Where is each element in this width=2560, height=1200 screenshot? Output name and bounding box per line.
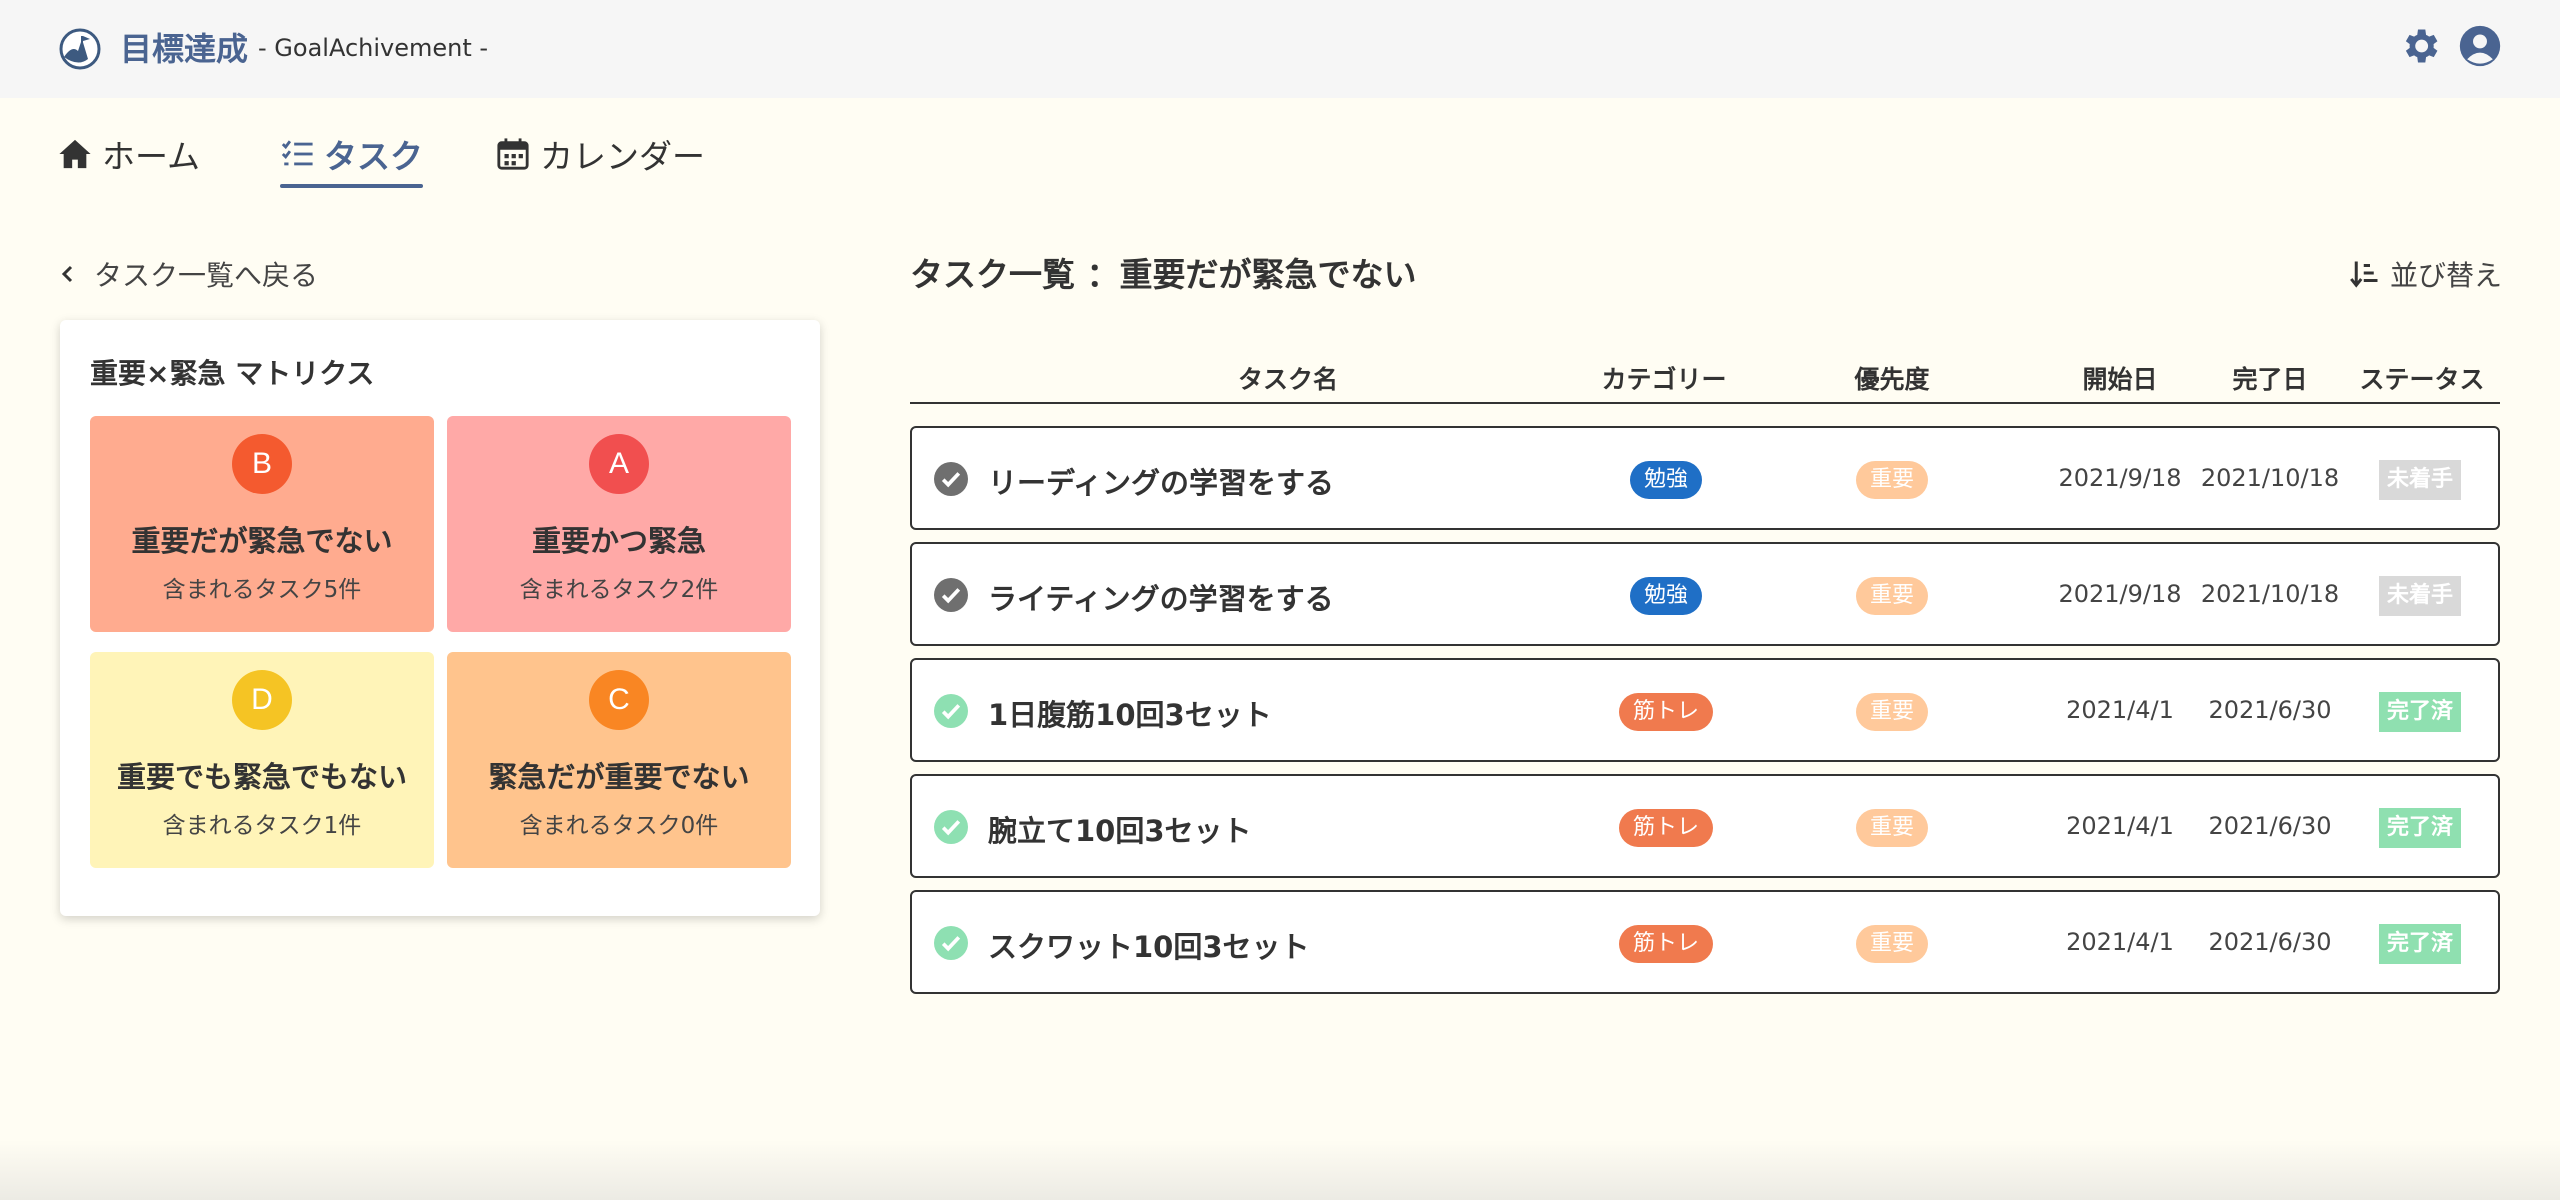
task-row[interactable]: ライティングの学習をする 勉強 重要 2021/9/18 2021/10/18 未着手 — [910, 542, 2500, 646]
calendar-icon — [497, 138, 529, 170]
quadrant-c[interactable]: C 緊急だが重要でない 含まれるタスク0件 — [447, 652, 791, 868]
column-header-task-name[interactable]: タスク名 — [1238, 360, 1338, 396]
column-header-status[interactable]: ステータス — [2359, 360, 2484, 396]
start-date: 2021/9/18 — [2058, 464, 2182, 492]
task-row[interactable]: リーディングの学習をする 勉強 重要 2021/9/18 2021/10/18 未着手 — [910, 426, 2500, 530]
table-header: タスク名 カテゴリー 優先度 開始日 完了日 ステータス — [910, 356, 2500, 404]
quadrant-d[interactable]: D 重要でも緊急でもない 含まれるタスク1件 — [90, 652, 434, 868]
column-header-priority[interactable]: 優先度 — [1854, 360, 1929, 396]
end-date: 2021/10/18 — [2200, 580, 2340, 608]
status-badge: 完了済 — [2378, 808, 2462, 848]
matrix-title: 重要×緊急 マトリクス — [90, 357, 375, 390]
end-date: 2021/6/30 — [2208, 812, 2332, 840]
quadrant-badge: C — [589, 670, 649, 730]
tab-calendar-label: カレンダー — [540, 137, 705, 176]
quadrant-name: 重要でも緊急でもない — [116, 760, 407, 794]
priority-matrix-card: 重要×緊急 マトリクス B 重要だが緊急でない 含まれるタスク5件 A 重要かつ… — [60, 320, 820, 916]
check-circle-icon — [934, 810, 968, 844]
task-row[interactable]: 腕立て10回3セット 筋トレ 重要 2021/4/1 2021/6/30 完了済 — [910, 774, 2500, 878]
task-name: リーディングの学習をする — [988, 466, 1334, 500]
end-date: 2021/10/18 — [2200, 464, 2340, 492]
quadrant-name: 重要かつ緊急 — [531, 524, 706, 558]
quadrant-badge: D — [232, 670, 292, 730]
start-date: 2021/4/1 — [2066, 696, 2174, 724]
logo-icon — [59, 28, 101, 70]
priority-badge: 重要 — [1855, 809, 1929, 847]
sort-button[interactable]: 並び替え — [2350, 254, 2502, 294]
status-badge: 完了済 — [2378, 924, 2462, 964]
column-header-category[interactable]: カテゴリー — [1601, 360, 1726, 396]
task-name: 腕立て10回3セット — [988, 814, 1252, 848]
priority-badge: 重要 — [1855, 693, 1929, 731]
home-icon — [59, 139, 91, 169]
start-date: 2021/4/1 — [2066, 928, 2174, 956]
quadrant-name: 重要だが緊急でない — [131, 524, 393, 558]
check-circle-icon — [934, 578, 968, 612]
gear-icon[interactable] — [2398, 24, 2442, 68]
sort-icon — [2350, 261, 2378, 288]
category-badge: 筋トレ — [1618, 809, 1714, 847]
category-badge: 筋トレ — [1618, 925, 1714, 963]
app-header: 目標達成 - GoalAchivement - — [0, 0, 2560, 98]
app-subtitle: - GoalAchivement - — [258, 34, 489, 62]
task-name: ライティングの学習をする — [988, 582, 1334, 616]
quadrant-count: 含まれるタスク1件 — [162, 813, 362, 839]
status-badge: 未着手 — [2378, 460, 2462, 500]
priority-badge: 重要 — [1855, 461, 1929, 499]
category-badge: 勉強 — [1629, 461, 1703, 499]
start-date: 2021/4/1 — [2066, 812, 2174, 840]
task-list-icon — [281, 140, 313, 166]
check-circle-icon — [934, 926, 968, 960]
end-date: 2021/6/30 — [2208, 928, 2332, 956]
sort-label: 並び替え — [2390, 259, 2503, 292]
check-circle-icon — [934, 694, 968, 728]
task-row[interactable]: スクワット10回3セット 筋トレ 重要 2021/4/1 2021/6/30 完了済 — [910, 890, 2500, 994]
tab-task-label: タスク — [324, 137, 423, 176]
back-to-task-list-link[interactable]: タスク一覧へ戻る — [58, 254, 318, 294]
tab-calendar[interactable]: カレンダー — [496, 128, 705, 180]
chevron-left-icon — [61, 265, 73, 283]
account-icon[interactable] — [2458, 24, 2502, 68]
status-badge: 完了済 — [2378, 692, 2462, 732]
column-header-end-date[interactable]: 完了日 — [2232, 360, 2307, 396]
start-date: 2021/9/18 — [2058, 580, 2182, 608]
tab-home-label: ホーム — [102, 137, 201, 176]
category-badge: 筋トレ — [1618, 693, 1714, 731]
back-label: タスク一覧へ戻る — [94, 259, 319, 292]
quadrant-name: 緊急だが重要でない — [488, 760, 750, 794]
status-badge: 未着手 — [2378, 576, 2462, 616]
priority-badge: 重要 — [1855, 577, 1929, 615]
end-date: 2021/6/30 — [2208, 696, 2332, 724]
task-name: スクワット10回3セット — [988, 930, 1310, 964]
bottom-shadow — [0, 1140, 2560, 1200]
column-header-start-date[interactable]: 開始日 — [2082, 360, 2157, 396]
priority-badge: 重要 — [1855, 925, 1929, 963]
quadrant-count: 含まれるタスク5件 — [162, 577, 362, 603]
quadrant-b[interactable]: B 重要だが緊急でない 含まれるタスク5件 — [90, 416, 434, 632]
tab-task[interactable]: タスク — [280, 128, 423, 188]
task-name: 1日腹筋10回3セット — [988, 698, 1272, 732]
quadrant-badge: A — [589, 434, 649, 494]
tab-home[interactable]: ホーム — [58, 128, 200, 180]
app-title: 目標達成 — [120, 30, 249, 68]
category-badge: 勉強 — [1629, 577, 1703, 615]
task-row[interactable]: 1日腹筋10回3セット 筋トレ 重要 2021/4/1 2021/6/30 完了済 — [910, 658, 2500, 762]
check-circle-icon — [934, 462, 968, 496]
quadrant-count: 含まれるタスク0件 — [519, 813, 719, 839]
quadrant-a[interactable]: A 重要かつ緊急 含まれるタスク2件 — [447, 416, 791, 632]
quadrant-count: 含まれるタスク2件 — [519, 577, 719, 603]
task-list-title: タスク一覧 ：重要だが緊急でない — [910, 255, 1417, 294]
quadrant-badge: B — [232, 434, 292, 494]
